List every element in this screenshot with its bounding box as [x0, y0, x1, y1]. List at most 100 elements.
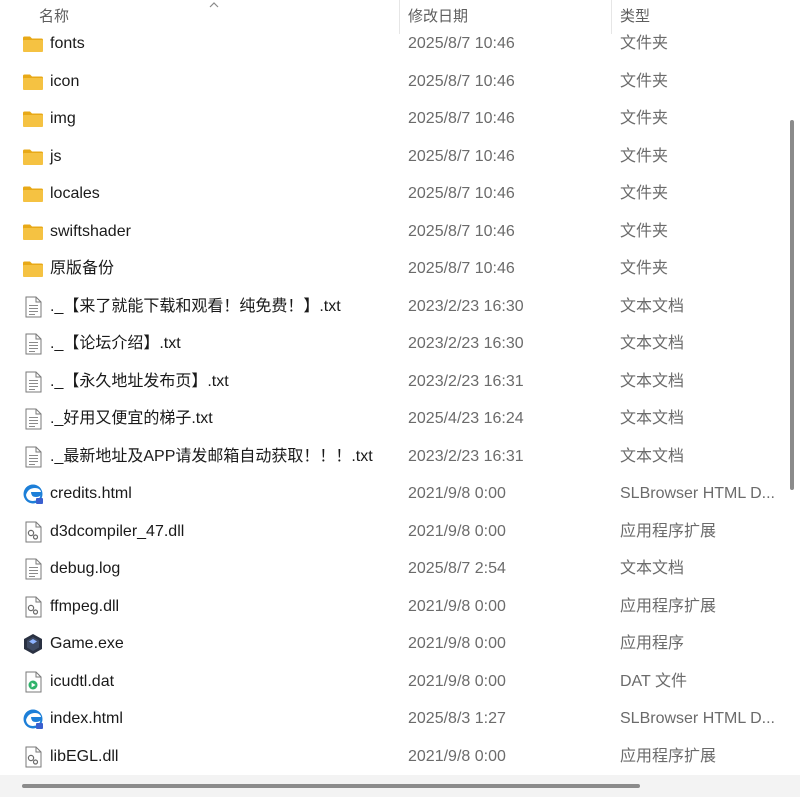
file-type: 应用程序	[620, 635, 685, 652]
list-item[interactable]: debug.log 2025/8/7 2:54 文本文档	[0, 550, 783, 588]
folder-icon	[22, 146, 44, 168]
file-modified-date: 2025/8/7 10:46	[408, 185, 515, 202]
text-file-icon	[22, 333, 44, 355]
file-name: ._【论坛介绍】.txt	[50, 335, 181, 352]
file-name: js	[50, 147, 62, 165]
file-type: DAT 文件	[620, 672, 687, 690]
file-modified-date: 2021/9/8 0:00	[408, 635, 506, 652]
list-item[interactable]: icon 2025/8/7 10:46 文件夹	[0, 63, 783, 101]
list-item[interactable]: credits.html 2021/9/8 0:00 SLBrowser HTML …	[0, 475, 783, 513]
text-file-icon	[22, 446, 44, 468]
list-item[interactable]: d3dcompiler_47.dll 2021/9/8 0:00 应用程序扩展	[0, 513, 783, 551]
dll-icon	[22, 596, 44, 618]
file-name: index.html	[50, 710, 123, 727]
file-modified-date: 2021/9/8 0:00	[408, 747, 506, 765]
folder-icon	[22, 221, 44, 243]
text-file-icon	[22, 408, 44, 430]
file-type: 文件夹	[620, 110, 669, 127]
file-modified-date: 2021/9/8 0:00	[408, 522, 506, 540]
text-file-icon	[22, 558, 44, 580]
vertical-scrollbar-thumb[interactable]	[790, 120, 794, 490]
list-item[interactable]: index.html 2025/8/3 1:27 SLBrowser HTML D.…	[0, 700, 783, 738]
file-type: 应用程序扩展	[620, 597, 717, 615]
file-type: SLBrowser HTML D...	[620, 485, 775, 502]
file-name: ._【来了就能下载和观看！纯免费！】.txt	[50, 297, 341, 315]
file-name: swiftshader	[50, 222, 131, 240]
file-type: 文件夹	[620, 147, 669, 165]
file-name: img	[50, 110, 76, 127]
file-type: 文件夹	[620, 72, 669, 90]
file-name: credits.html	[50, 485, 132, 502]
file-type: 文本文档	[620, 410, 685, 427]
file-modified-date: 2023/2/23 16:31	[408, 372, 524, 390]
list-item[interactable]: icudtl.dat 2021/9/8 0:00 DAT 文件	[0, 663, 783, 701]
list-item[interactable]: locales 2025/8/7 10:46 文件夹	[0, 175, 783, 213]
folder-icon	[22, 108, 44, 130]
file-modified-date: 2025/8/3 1:27	[408, 710, 506, 727]
file-type: 文件夹	[620, 260, 669, 277]
list-item[interactable]: Game.exe 2021/9/8 0:00 应用程序	[0, 625, 783, 663]
file-name: fonts	[50, 35, 85, 52]
list-item[interactable]: ._【来了就能下载和观看！纯免费！】.txt 2023/2/23 16:30 文本文…	[0, 288, 783, 326]
folder-icon	[22, 258, 44, 280]
folder-icon	[22, 183, 44, 205]
file-name: 原版备份	[50, 260, 115, 277]
list-item[interactable]: swiftshader 2025/8/7 10:46 文件夹	[0, 213, 783, 251]
file-name: locales	[50, 185, 100, 202]
dll-icon	[22, 746, 44, 768]
file-type: 文本文档	[620, 560, 685, 577]
file-modified-date: 2025/8/7 10:46	[408, 110, 515, 127]
file-modified-date: 2025/4/23 16:24	[408, 410, 524, 427]
dat-file-icon	[22, 671, 44, 693]
list-item[interactable]: ._最新地址及APP请发邮箱自动获取！！！.txt 2023/2/23 16:31…	[0, 438, 783, 476]
file-name: icudtl.dat	[50, 672, 115, 690]
file-modified-date: 2021/9/8 0:00	[408, 597, 506, 615]
file-type: 文本文档	[620, 447, 685, 465]
file-name: libEGL.dll	[50, 747, 119, 765]
file-type: 文本文档	[620, 297, 685, 315]
file-type: 文本文档	[620, 335, 685, 352]
file-name: icon	[50, 72, 80, 90]
list-item[interactable]: img 2025/8/7 10:46 文件夹	[0, 100, 783, 138]
list-item[interactable]: libEGL.dll 2021/9/8 0:00 应用程序扩展	[0, 738, 783, 776]
dll-icon	[22, 521, 44, 543]
file-modified-date: 2025/8/7 10:46	[408, 260, 515, 277]
list-item[interactable]: ._【论坛介绍】.txt 2023/2/23 16:30 文本文档	[0, 325, 783, 363]
folder-icon	[22, 33, 44, 55]
folder-icon	[22, 71, 44, 93]
file-explorer-window: 名称 修改日期 类型 fonts 2025/8/7 10:46 文件夹 icon 202…	[0, 0, 800, 797]
file-type: 应用程序扩展	[620, 522, 717, 540]
list-item[interactable]: ._好用又便宜的梯子.txt 2025/4/23 16:24 文本文档	[0, 400, 783, 438]
file-modified-date: 2021/9/8 0:00	[408, 485, 506, 502]
file-type: 文件夹	[620, 35, 669, 52]
file-type: 应用程序扩展	[620, 747, 717, 765]
file-modified-date: 2025/8/7 10:46	[408, 35, 515, 52]
file-name: ._好用又便宜的梯子.txt	[50, 410, 213, 427]
file-name: debug.log	[50, 560, 121, 577]
list-item[interactable]: js 2025/8/7 10:46 文件夹	[0, 138, 783, 176]
text-file-icon	[22, 296, 44, 318]
file-modified-date: 2025/8/7 2:54	[408, 560, 506, 577]
file-name: Game.exe	[50, 635, 124, 652]
browser-html-icon	[22, 483, 44, 505]
file-type: 文本文档	[620, 372, 685, 390]
game-exe-icon	[22, 633, 44, 655]
list-item[interactable]: fonts 2025/8/7 10:46 文件夹	[0, 25, 783, 63]
file-modified-date: 2023/2/23 16:30	[408, 335, 524, 352]
file-name: ._最新地址及APP请发邮箱自动获取！！！.txt	[50, 447, 373, 465]
file-modified-date: 2023/2/23 16:31	[408, 447, 524, 465]
list-item[interactable]: 原版备份 2025/8/7 10:46 文件夹	[0, 250, 783, 288]
file-modified-date: 2023/2/23 16:30	[408, 297, 524, 315]
list-item[interactable]: ffmpeg.dll 2021/9/8 0:00 应用程序扩展	[0, 588, 783, 626]
file-type: 文件夹	[620, 222, 669, 240]
file-name: ._【永久地址发布页】.txt	[50, 372, 229, 390]
browser-html-icon	[22, 708, 44, 730]
file-name: d3dcompiler_47.dll	[50, 522, 185, 540]
file-modified-date: 2021/9/8 0:00	[408, 672, 506, 690]
list-item[interactable]: ._【永久地址发布页】.txt 2023/2/23 16:31 文本文档	[0, 363, 783, 401]
file-name: ffmpeg.dll	[50, 597, 120, 615]
file-modified-date: 2025/8/7 10:46	[408, 222, 515, 240]
file-type: SLBrowser HTML D...	[620, 710, 775, 727]
file-modified-date: 2025/8/7 10:46	[408, 147, 515, 165]
horizontal-scrollbar-thumb[interactable]	[22, 784, 640, 788]
